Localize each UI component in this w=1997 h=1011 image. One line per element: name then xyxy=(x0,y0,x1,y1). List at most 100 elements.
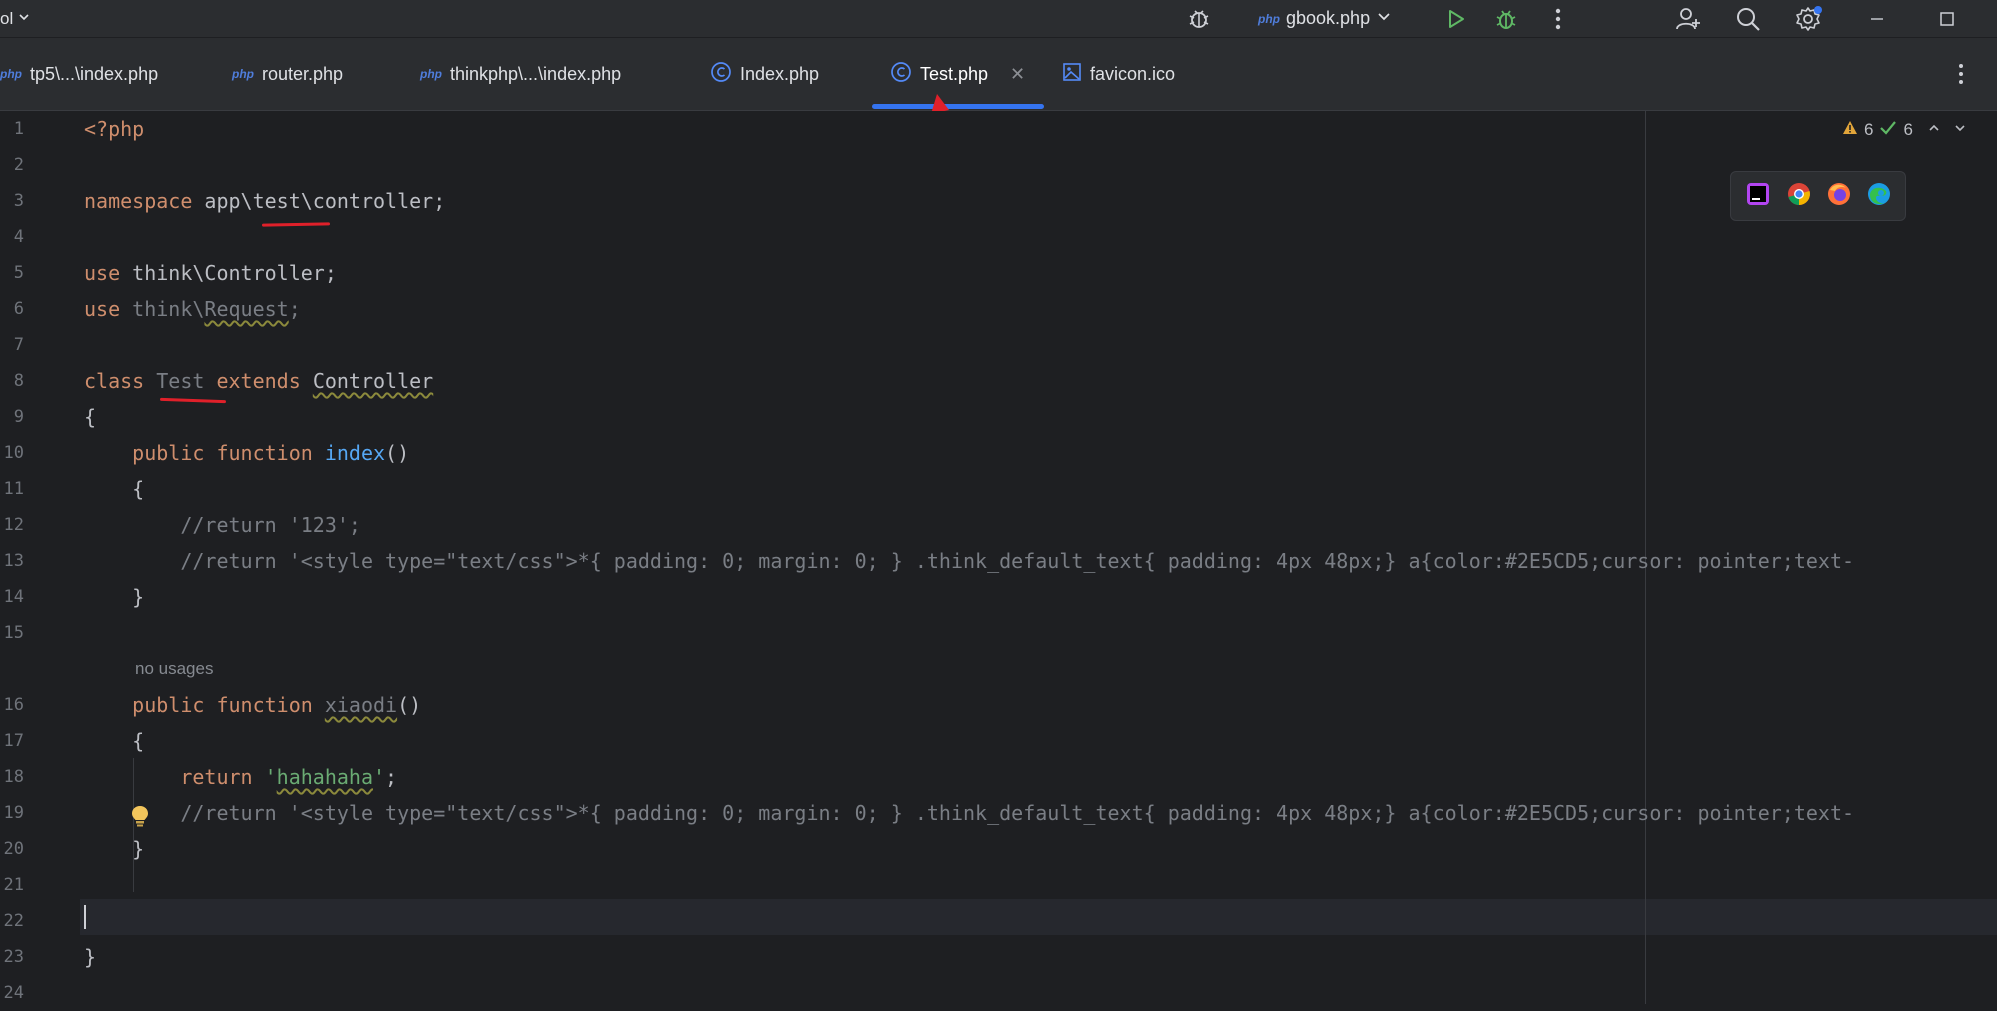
line-number: 12 xyxy=(3,515,24,535)
tab-label: thinkphp\...\index.php xyxy=(450,63,622,84)
code-line: public function index() xyxy=(84,435,409,471)
line-number-gutter[interactable]: 1 2 3 4 5 6 7 8 9 10 11 12 13 14 15 16 1… xyxy=(0,111,80,1004)
token: think\Controller; xyxy=(120,261,337,285)
line-number: 7 xyxy=(13,335,24,355)
line-number: 9 xyxy=(13,407,24,427)
line-number: 23 xyxy=(3,947,24,967)
check-icon xyxy=(1879,120,1897,141)
editor-tab-bar: php tp5\...\index.php php router.php php… xyxy=(0,38,1997,111)
browser-popup xyxy=(1730,171,1906,221)
phpstorm-icon[interactable] xyxy=(1745,181,1771,212)
token: app\test\controller; xyxy=(192,189,446,213)
class-icon xyxy=(710,61,732,88)
chevron-down-icon xyxy=(17,9,31,29)
token: class xyxy=(84,369,145,393)
project-name: ol xyxy=(0,8,14,28)
tab-thinkphp-index[interactable]: php thinkphp\...\index.php xyxy=(420,38,621,110)
token: hahahaha xyxy=(276,765,373,789)
code-line: } xyxy=(84,837,145,861)
code-line: //return '<style type="text/css">*{ padd… xyxy=(84,549,1855,573)
line-number: 1 xyxy=(13,119,24,139)
settings-gear-icon[interactable] xyxy=(1792,0,1824,37)
code-line: { xyxy=(84,477,145,501)
code-area[interactable]: <?php namespace app\test\controller; use… xyxy=(84,111,1997,1004)
maximize-icon[interactable] xyxy=(1934,0,1960,37)
token: () xyxy=(385,441,410,465)
token: public function xyxy=(84,693,313,717)
token: xiaodi xyxy=(324,693,398,717)
project-widget[interactable]: ol xyxy=(0,0,31,37)
tab-favicon[interactable]: favicon.ico xyxy=(1062,38,1175,110)
line-number: 21 xyxy=(3,875,24,895)
token: use xyxy=(84,261,121,285)
token: ' xyxy=(373,765,386,789)
debug-listener-icon[interactable] xyxy=(1183,0,1215,37)
line-number: 20 xyxy=(3,839,24,859)
token: () xyxy=(397,693,422,717)
tab-options-menu-icon[interactable] xyxy=(1958,38,1964,110)
code-line: namespace app\test\controller; xyxy=(84,183,445,219)
code-line: use think\Controller; xyxy=(84,255,337,291)
inspections-widget[interactable]: 6 6 xyxy=(1842,119,1967,141)
token: Controller xyxy=(312,369,434,393)
run-config-selector[interactable]: php gbook.php xyxy=(1258,0,1392,37)
chevron-down-icon xyxy=(1376,8,1392,29)
line-number: 18 xyxy=(3,767,24,787)
text-caret xyxy=(84,905,86,929)
code-line: { xyxy=(84,729,145,753)
tab-label: favicon.ico xyxy=(1090,63,1176,84)
line-number: 10 xyxy=(3,443,24,463)
token: return xyxy=(84,765,253,789)
weak-warnings-count: 6 xyxy=(1903,120,1913,139)
line-number: 16 xyxy=(3,695,24,715)
tab-index-class[interactable]: Index.php xyxy=(710,38,819,110)
add-user-icon[interactable] xyxy=(1672,0,1704,37)
token: think\ xyxy=(120,297,205,321)
php-icon: php xyxy=(1258,11,1280,26)
firefox-icon[interactable] xyxy=(1827,182,1851,211)
line-number: 8 xyxy=(13,371,24,391)
tab-label: router.php xyxy=(262,63,344,84)
image-file-icon xyxy=(1062,62,1082,87)
php-file-icon: php xyxy=(232,67,254,81)
run-icon[interactable] xyxy=(1442,0,1470,37)
token: ; xyxy=(385,765,398,789)
line-number: 5 xyxy=(13,263,24,283)
code-editor[interactable]: 1 2 3 4 5 6 7 8 9 10 11 12 13 14 15 16 1… xyxy=(0,111,1997,1004)
tab-router[interactable]: php router.php xyxy=(232,38,343,110)
token: Test xyxy=(144,369,205,393)
line-number: 14 xyxy=(3,587,24,607)
code-line: } xyxy=(84,945,97,969)
code-line: //return '<style type="text/css">*{ padd… xyxy=(84,801,1855,825)
token: extends xyxy=(204,369,301,393)
code-line: class Test extends Controller xyxy=(84,363,433,399)
run-config-label: gbook.php xyxy=(1286,8,1371,28)
minimize-icon[interactable] xyxy=(1864,0,1890,37)
edge-icon[interactable] xyxy=(1867,182,1891,211)
line-number: 24 xyxy=(3,983,24,1003)
chevron-down-icon[interactable] xyxy=(1953,120,1967,140)
token: public function xyxy=(84,441,313,465)
inlay-usages-hint[interactable]: no usages xyxy=(135,651,213,687)
line-number: 15 xyxy=(3,623,24,643)
chrome-icon[interactable] xyxy=(1787,182,1811,211)
line-number: 22 xyxy=(3,911,24,931)
line-number: 3 xyxy=(13,191,24,211)
close-icon[interactable]: ✕ xyxy=(1010,64,1025,85)
code-line: } xyxy=(84,585,145,609)
more-actions-icon[interactable] xyxy=(1548,0,1568,37)
tab-tp5-index[interactable]: php tp5\...\index.php xyxy=(0,38,158,110)
line-number: 19 xyxy=(3,803,24,823)
token: use xyxy=(84,297,121,321)
chevron-up-icon[interactable] xyxy=(1927,120,1941,140)
search-icon[interactable] xyxy=(1732,0,1764,37)
code-line: { xyxy=(84,405,97,429)
tab-label: Index.php xyxy=(740,63,820,84)
php-file-icon: php xyxy=(420,67,442,81)
tab-label: Test.php xyxy=(920,63,989,84)
debug-icon[interactable] xyxy=(1492,0,1520,37)
code-line: //return '123'; xyxy=(84,513,361,537)
